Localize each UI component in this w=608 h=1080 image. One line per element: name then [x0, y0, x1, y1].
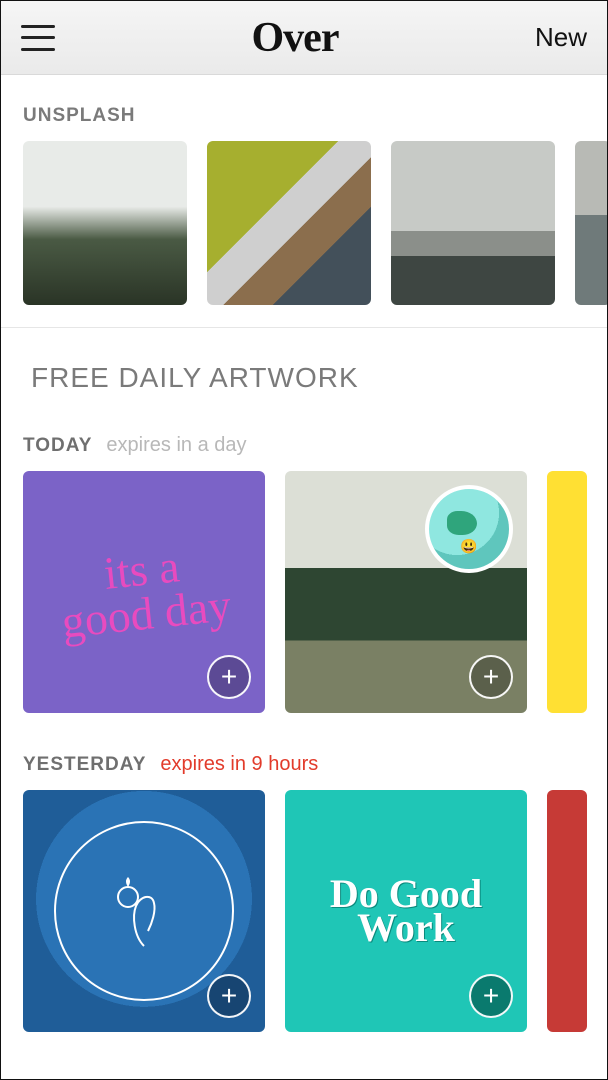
add-icon[interactable]: + [207, 974, 251, 1018]
unsplash-section-label: UNSPLASH [1, 105, 607, 141]
globe-icon: 😃 [425, 485, 513, 573]
new-button[interactable]: New [535, 22, 587, 53]
unsplash-thumb[interactable] [391, 141, 555, 305]
unsplash-thumb[interactable] [23, 141, 187, 305]
yesterday-expiry: expires in 9 hours [160, 753, 318, 776]
add-icon[interactable]: + [469, 974, 513, 1018]
hand-rose-icon [94, 861, 194, 961]
artwork-card[interactable] [547, 790, 587, 1032]
artwork-card[interactable]: Do Good Work + [285, 790, 527, 1032]
unsplash-thumb[interactable] [207, 141, 371, 305]
app-logo: Over [252, 14, 339, 62]
unsplash-scroller[interactable] [1, 141, 607, 305]
today-header: TODAY expires in a day [1, 394, 607, 471]
artwork-caption: Do Good Work [285, 877, 527, 945]
menu-icon[interactable] [21, 25, 55, 51]
artwork-card[interactable] [547, 471, 587, 713]
add-icon[interactable]: + [469, 655, 513, 699]
main-content: UNSPLASH FREE DAILY ARTWORK TODAY expire… [1, 75, 607, 1032]
artwork-card[interactable]: 😃 + [285, 471, 527, 713]
artwork-card[interactable]: + [23, 790, 265, 1032]
today-label: TODAY [23, 435, 92, 457]
today-scroller[interactable]: its a good day + 😃 + [1, 471, 607, 713]
free-artwork-title: FREE DAILY ARTWORK [1, 328, 607, 394]
yesterday-label: YESTERDAY [23, 754, 146, 776]
add-icon[interactable]: + [207, 655, 251, 699]
yesterday-header: YESTERDAY expires in 9 hours [1, 713, 607, 790]
artwork-illustration [54, 821, 234, 1001]
today-expiry: expires in a day [106, 434, 246, 457]
yesterday-scroller[interactable]: + Do Good Work + [1, 790, 607, 1032]
artwork-card[interactable]: its a good day + [23, 471, 265, 713]
artwork-caption: its a good day [55, 540, 233, 645]
unsplash-thumb[interactable] [575, 141, 607, 305]
top-bar: Over New [1, 1, 607, 75]
